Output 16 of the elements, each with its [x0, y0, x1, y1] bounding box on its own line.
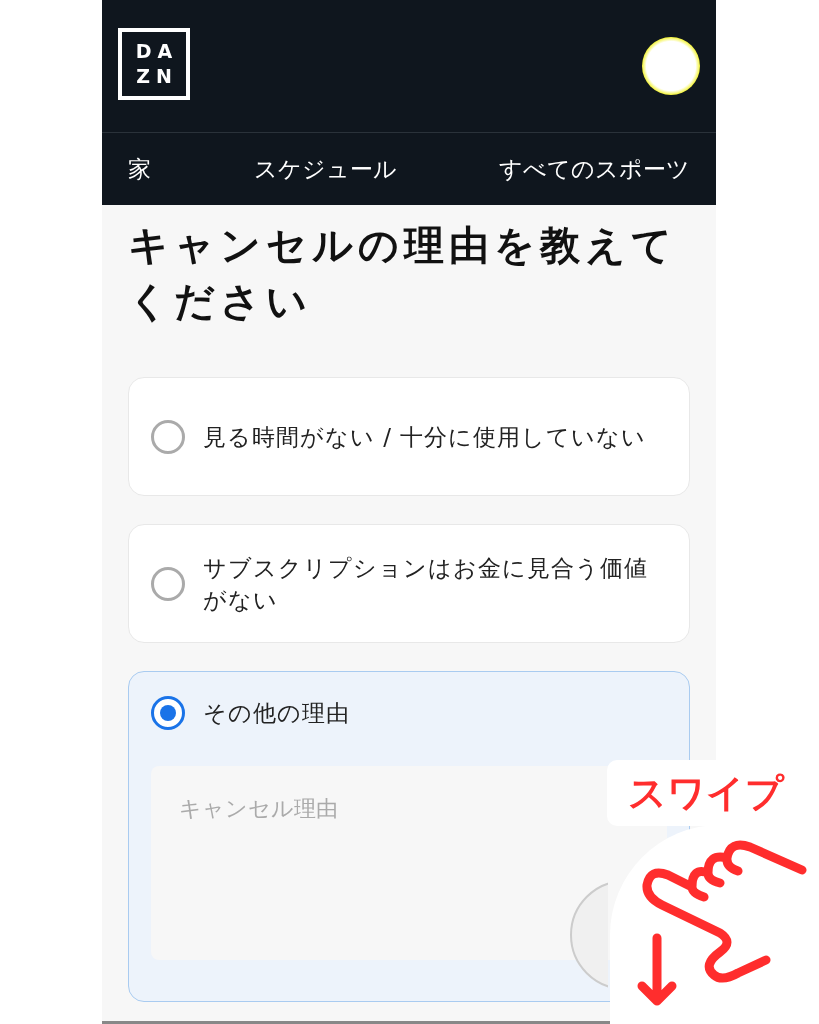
nav-link[interactable]: 家 — [128, 153, 151, 185]
logo-text: ZN — [135, 64, 178, 89]
nav-link[interactable]: すべてのスポーツ — [499, 153, 690, 185]
radio-button[interactable] — [151, 696, 185, 730]
option-label: 見る時間がない / 十分に使用していない — [203, 422, 647, 452]
option-card[interactable]: サブスクリプションはお金に見合う価値がない — [128, 524, 690, 643]
avatar-icon[interactable] — [642, 37, 700, 95]
option-label: その他の理由 — [203, 699, 350, 728]
logo[interactable]: DA ZN — [118, 28, 190, 100]
page-title: キャンセルの理由を教えてください — [128, 221, 678, 326]
option-label: サブスクリプションはお金に見合う価値がない — [203, 553, 649, 615]
logo-text: DA — [134, 39, 179, 64]
nav-link[interactable]: スケジュール — [253, 153, 397, 185]
option-card[interactable]: 見る時間がない / 十分に使用していない — [128, 377, 690, 496]
radio-button[interactable] — [151, 566, 185, 601]
radio-button[interactable] — [151, 419, 185, 454]
